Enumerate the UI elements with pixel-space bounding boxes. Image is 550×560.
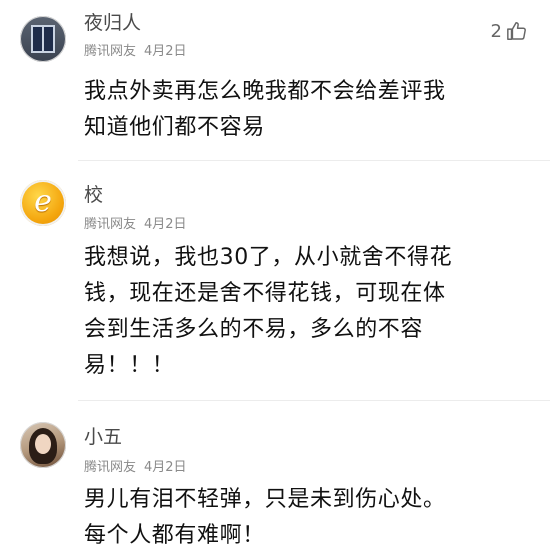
divider — [78, 160, 550, 161]
comment-text-line: 知道他们都不容易 — [84, 115, 265, 140]
like-button[interactable]: 2 — [491, 20, 528, 42]
comment-text-line: 钱，现在还是舍不得花钱，可现在体 — [84, 281, 446, 306]
comment-meta: 腾讯网友 4月2日 — [84, 213, 187, 232]
comment-source: 腾讯网友 — [84, 460, 137, 475]
comment-date: 4月2日 — [144, 217, 187, 232]
window-icon — [31, 25, 55, 53]
username[interactable]: 夜归人 — [84, 8, 141, 35]
username[interactable]: 校 — [84, 180, 103, 207]
comment-text: 我想说，我也30了，从小就舍不得花 钱，现在还是舍不得花钱，可现在体 会到生活多… — [84, 240, 524, 384]
comment-meta: 腾讯网友 4月2日 — [84, 456, 187, 475]
comment-text: 我点外卖再怎么晚我都不会给差评我 知道他们都不容易 — [84, 74, 524, 146]
avatar[interactable] — [20, 16, 66, 62]
portrait-face — [35, 434, 51, 454]
e-logo-icon: e — [34, 184, 52, 219]
comment-text-line: 每个人都有难啊！ — [84, 523, 265, 548]
comment-source: 腾讯网友 — [84, 217, 137, 232]
avatar[interactable]: e — [20, 180, 66, 226]
comment-source: 腾讯网友 — [84, 44, 137, 59]
comment-text-line: 易！！！ — [84, 353, 175, 378]
divider — [78, 400, 550, 401]
username[interactable]: 小五 — [84, 422, 122, 449]
like-count: 2 — [490, 20, 502, 42]
comment-text-line: 我点外卖再怎么晚我都不会给差评我 — [84, 79, 446, 104]
comment-meta: 腾讯网友 4月2日 — [84, 40, 187, 59]
comment-text-line: 男儿有泪不轻弹，只是未到伤心处。 — [84, 487, 446, 512]
comment-text-line: 我想说，我也30了，从小就舍不得花 — [84, 245, 453, 270]
comment-date: 4月2日 — [144, 460, 187, 475]
comment-date: 4月2日 — [144, 44, 187, 59]
thumbs-up-icon — [507, 22, 526, 40]
comment-text-line: 会到生活多么的不易，多么的不容 — [84, 317, 424, 342]
comment-text: 男儿有泪不轻弹，只是未到伤心处。 每个人都有难啊！ — [84, 482, 524, 554]
avatar[interactable] — [20, 422, 66, 468]
